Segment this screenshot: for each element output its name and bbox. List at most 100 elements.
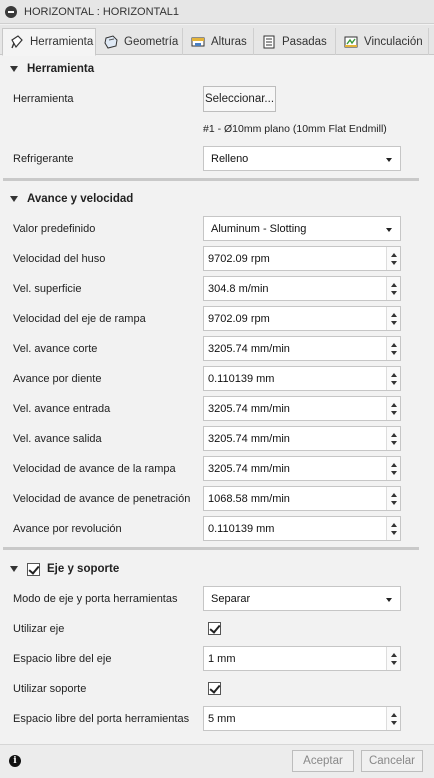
holder-mode-label: Modo de eje y porta herramientas	[13, 593, 178, 605]
spinner[interactable]	[386, 397, 400, 420]
shaft-clearance-input[interactable]: 1 mm	[203, 646, 401, 671]
spinner[interactable]	[386, 487, 400, 510]
collapse-triangle-icon	[10, 196, 18, 202]
chevron-down-icon	[386, 598, 392, 602]
spinner[interactable]	[386, 427, 400, 450]
use-holder-label: Utilizar soporte	[13, 683, 87, 695]
tab-label: Pasadas	[282, 35, 327, 48]
tab-herramienta[interactable]: Herramienta	[2, 28, 96, 56]
feed-row-label: Velocidad del eje de rampa	[13, 313, 146, 325]
ok-button-label: Aceptar	[303, 755, 343, 767]
feed-row-label: Avance por revolución	[13, 523, 122, 535]
section-spindle-header[interactable]: Eje y soporte	[0, 558, 434, 580]
feed-row-value: 9702.09 rpm	[208, 253, 270, 265]
cancel-button-label: Cancelar	[368, 755, 416, 767]
spinner[interactable]	[386, 367, 400, 390]
feed-row-label: Vel. avance salida	[13, 433, 102, 445]
section-title: Eje y soporte	[47, 563, 120, 575]
feed-row-label: Velocidad del huso	[13, 253, 106, 265]
heights-icon	[191, 37, 205, 46]
feed-row-input[interactable]: 0.110139 mm	[203, 366, 401, 391]
section-herramienta-header[interactable]: Herramienta	[0, 58, 434, 80]
spinner[interactable]	[386, 707, 400, 730]
coolant-label: Refrigerante	[13, 153, 74, 165]
use-holder-checkbox[interactable]	[208, 682, 221, 695]
feed-row-value: 3205.74 mm/min	[208, 403, 290, 415]
feed-row-input[interactable]: 3205.74 mm/min	[203, 426, 401, 451]
feed-row-value: 3205.74 mm/min	[208, 343, 290, 355]
feed-row-value: 1068.58 mm/min	[208, 493, 290, 505]
feed-row-value: 0.110139 mm	[208, 523, 275, 535]
tab-label: Alturas	[211, 35, 247, 48]
tab-bar: Herramienta Geometría Alturas Pasadas Vi…	[0, 25, 434, 56]
spinner[interactable]	[386, 307, 400, 330]
tab-label: Geometría	[124, 35, 179, 48]
coolant-value: Relleno	[211, 153, 249, 165]
preset-select[interactable]: Aluminum - Slotting	[203, 216, 401, 241]
tab-label: Vinculación	[364, 35, 423, 48]
feed-row-input[interactable]: 1068.58 mm/min	[203, 486, 401, 511]
collapse-icon[interactable]	[5, 5, 17, 18]
tab-geometria[interactable]: Geometría	[97, 28, 183, 55]
spinner[interactable]	[386, 457, 400, 480]
preset-label: Valor predefinido	[13, 223, 96, 235]
feed-row-label: Vel. avance entrada	[13, 403, 111, 415]
cancel-button[interactable]: Cancelar	[361, 750, 423, 772]
tool-description: #1 - Ø10mm plano (10mm Flat Endmill)	[203, 123, 387, 135]
passes-icon	[263, 35, 275, 48]
feed-row-input[interactable]: 3205.74 mm/min	[203, 396, 401, 421]
section-enable-checkbox[interactable]	[27, 562, 40, 576]
holder-clearance-input[interactable]: 5 mm	[203, 706, 401, 731]
spinner[interactable]	[386, 517, 400, 540]
geometry-icon	[104, 34, 118, 49]
spinner[interactable]	[386, 337, 400, 360]
feed-row-input[interactable]: 9702.09 rpm	[203, 306, 401, 331]
tab-vinculacion[interactable]: Vinculación	[337, 28, 429, 55]
feed-row-value: 3205.74 mm/min	[208, 433, 290, 445]
feed-row-label: Avance por diente	[13, 373, 102, 385]
select-tool-button-label: Seleccionar...	[204, 93, 275, 105]
chevron-down-icon	[386, 158, 392, 162]
holder-clearance-value: 5 mm	[208, 713, 236, 725]
tool-icon	[11, 35, 23, 49]
feed-row-value: 9702.09 rpm	[208, 313, 270, 325]
holder-clearance-label: Espacio libre del porta herramientas	[13, 713, 190, 725]
feed-row-label: Vel. superficie	[13, 283, 82, 295]
section-divider	[3, 547, 419, 550]
preset-value: Aluminum - Slotting	[211, 223, 307, 235]
feed-row-input[interactable]: 9702.09 rpm	[203, 246, 401, 271]
chevron-down-icon	[386, 228, 392, 232]
section-title: Avance y velocidad	[27, 193, 134, 205]
feed-row-label: Vel. avance corte	[13, 343, 98, 355]
feed-row-input[interactable]: 304.8 m/min	[203, 276, 401, 301]
shaft-clearance-value: 1 mm	[208, 653, 236, 665]
collapse-triangle-icon	[10, 66, 18, 72]
coolant-select[interactable]: Relleno	[203, 146, 401, 171]
feed-row-value: 0.110139 mm	[208, 373, 275, 385]
feed-row-input[interactable]: 0.110139 mm	[203, 516, 401, 541]
feed-row-input[interactable]: 3205.74 mm/min	[203, 336, 401, 361]
use-shaft-label: Utilizar eje	[13, 623, 65, 635]
window-titlebar: HORIZONTAL : HORIZONTAL1	[0, 0, 434, 24]
spinner[interactable]	[386, 247, 400, 270]
tool-label: Herramienta	[13, 93, 74, 105]
feed-row-input[interactable]: 3205.74 mm/min	[203, 456, 401, 481]
section-feeds-header[interactable]: Avance y velocidad	[0, 188, 434, 210]
use-shaft-checkbox[interactable]	[208, 622, 221, 635]
spinner[interactable]	[386, 647, 400, 670]
select-tool-button[interactable]: Seleccionar...	[203, 86, 276, 112]
tab-pasadas[interactable]: Pasadas	[255, 28, 336, 55]
spinner[interactable]	[386, 277, 400, 300]
shaft-clearance-label: Espacio libre del eje	[13, 653, 112, 665]
info-icon[interactable]: i	[9, 755, 21, 767]
section-divider	[3, 178, 419, 181]
feed-row-value: 3205.74 mm/min	[208, 463, 290, 475]
window-title: HORIZONTAL : HORIZONTAL1	[24, 5, 180, 18]
feed-row-label: Velocidad de avance de la rampa	[13, 463, 176, 475]
ok-button[interactable]: Aceptar	[292, 750, 354, 772]
tab-alturas[interactable]: Alturas	[184, 28, 254, 55]
feed-row-value: 304.8 m/min	[208, 283, 269, 295]
tab-label: Herramienta	[30, 36, 94, 48]
holder-mode-select[interactable]: Separar	[203, 586, 401, 611]
linking-icon	[344, 36, 358, 47]
